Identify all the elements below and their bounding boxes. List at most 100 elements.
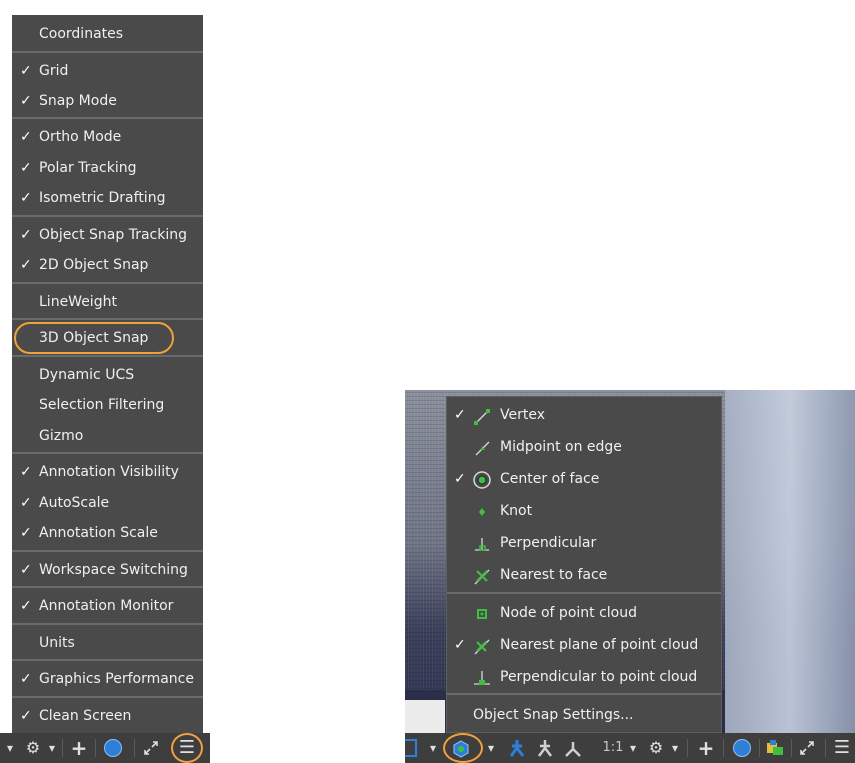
gear-icon[interactable]: ⚙ bbox=[645, 733, 667, 763]
status-divider bbox=[62, 739, 63, 757]
fullscreen-icon[interactable] bbox=[143, 740, 159, 756]
dropdown-arrow-icon[interactable]: ▾ bbox=[427, 733, 439, 763]
menu-item-autoscale[interactable]: ✓ AutoScale bbox=[12, 490, 203, 516]
menu-item-dynamic-ucs[interactable]: Dynamic UCS bbox=[12, 362, 203, 388]
menu-separator bbox=[12, 452, 203, 454]
menu-item-label: Isometric Drafting bbox=[39, 190, 166, 206]
menu-item-label: Coordinates bbox=[39, 26, 124, 42]
customization-menu-icon[interactable]: ☰ bbox=[829, 733, 855, 763]
checkmark-icon: ✓ bbox=[454, 471, 466, 487]
checkmark-icon: ✓ bbox=[20, 227, 32, 243]
menu-item-label: Units bbox=[39, 635, 75, 651]
menu-item-units[interactable]: Units bbox=[12, 630, 203, 656]
checkmark-icon: ✓ bbox=[20, 562, 32, 578]
menu-item-annotation-monitor[interactable]: ✓ Annotation Monitor bbox=[12, 593, 203, 619]
menu-separator bbox=[12, 586, 203, 588]
fullscreen-icon[interactable] bbox=[799, 740, 815, 756]
menu-separator bbox=[12, 215, 203, 217]
menu-item-label: AutoScale bbox=[39, 495, 110, 511]
hardware-acceleration-icon[interactable] bbox=[104, 739, 122, 757]
dropdown-arrow-icon[interactable]: ▾ bbox=[4, 733, 16, 763]
menu-separator bbox=[12, 282, 203, 284]
checkmark-icon: ✓ bbox=[20, 257, 32, 273]
scale-dropdown-arrow-icon[interactable]: ▾ bbox=[627, 733, 639, 763]
menu-item-grid[interactable]: ✓ Grid bbox=[12, 58, 203, 84]
menu-item-label: Snap Mode bbox=[39, 93, 117, 109]
status-divider bbox=[759, 739, 760, 757]
menu-item-label: Annotation Visibility bbox=[39, 464, 179, 480]
menu-item-graphics-performance[interactable]: ✓ Graphics Performance bbox=[12, 666, 203, 692]
snap-item-node-of-point-cloud[interactable]: Node of point cloud bbox=[447, 598, 721, 628]
menu-item-label: Clean Screen bbox=[39, 708, 132, 724]
snap-item-label: Knot bbox=[500, 503, 533, 519]
menu-item-gizmo[interactable]: Gizmo bbox=[12, 423, 203, 449]
menu-item-label: Object Snap Tracking bbox=[39, 227, 188, 243]
3d-snap-button-highlight bbox=[443, 733, 483, 763]
menu-item-label: Graphics Performance bbox=[39, 671, 194, 687]
menu-item-2d-object-snap[interactable]: ✓ 2D Object Snap bbox=[12, 252, 203, 278]
status-divider bbox=[723, 739, 724, 757]
menu-item-lineweight[interactable]: LineWeight bbox=[12, 289, 203, 315]
nearest-face-snap-icon bbox=[473, 566, 491, 585]
menu-item-object-snap-tracking[interactable]: ✓ Object Snap Tracking bbox=[12, 222, 203, 248]
menu-item-selection-filtering[interactable]: Selection Filtering bbox=[12, 392, 203, 418]
menu-separator bbox=[12, 51, 203, 53]
menu-item-annotation-scale[interactable]: ✓ Annotation Scale bbox=[12, 520, 203, 546]
menu-item-label: Polar Tracking bbox=[39, 160, 137, 176]
snap-item-nearest-plane-of-point-cloud[interactable]: ✓ Nearest plane of point cloud bbox=[447, 630, 721, 660]
annotation-scale-value[interactable]: 1:1 bbox=[601, 733, 625, 763]
menu-item-snap-mode[interactable]: ✓ Snap Mode bbox=[12, 88, 203, 114]
checkmark-icon: ✓ bbox=[20, 495, 32, 511]
hardware-acceleration-icon[interactable] bbox=[733, 739, 751, 757]
snap-item-nearest-to-face[interactable]: Nearest to face bbox=[447, 560, 721, 590]
menu-item-polar-tracking[interactable]: ✓ Polar Tracking bbox=[12, 155, 203, 181]
menu-separator bbox=[12, 355, 203, 357]
snap-item-label: Perpendicular bbox=[500, 535, 597, 551]
status-divider bbox=[134, 739, 135, 757]
snap-item-knot[interactable]: Knot bbox=[447, 496, 721, 526]
menu-item-annotation-visibility[interactable]: ✓ Annotation Visibility bbox=[12, 459, 203, 485]
menu-button-highlight bbox=[171, 733, 203, 763]
menu-item-coordinates[interactable]: Coordinates bbox=[12, 21, 203, 47]
checkmark-icon: ✓ bbox=[20, 190, 32, 206]
annotation-visibility-icon[interactable] bbox=[507, 738, 527, 758]
autoscale-icon[interactable] bbox=[535, 738, 555, 758]
snap-item-label: Node of point cloud bbox=[500, 605, 637, 621]
menu-item-label: LineWeight bbox=[39, 294, 117, 310]
snap-dropdown-arrow-icon[interactable]: ▾ bbox=[485, 733, 497, 763]
checkmark-icon: ✓ bbox=[20, 464, 32, 480]
snap-item-midpoint-on-edge[interactable]: Midpoint on edge bbox=[447, 432, 721, 462]
snap-item-vertex[interactable]: ✓ Vertex bbox=[447, 400, 721, 430]
menu-item-workspace-switching[interactable]: ✓ Workspace Switching bbox=[12, 557, 203, 583]
3d-object-snap-highlight bbox=[14, 322, 174, 354]
object-snap-settings-item[interactable]: Object Snap Settings... bbox=[447, 700, 721, 730]
snap-item-center-of-face[interactable]: ✓ Center of face bbox=[447, 464, 721, 494]
viewport-edge bbox=[405, 700, 445, 733]
plus-icon[interactable]: + bbox=[693, 733, 719, 763]
menu-item-ortho-mode[interactable]: ✓ Ortho Mode bbox=[12, 124, 203, 150]
selection-cycling-icon[interactable] bbox=[405, 739, 417, 757]
menu-item-label: Ortho Mode bbox=[39, 129, 122, 145]
menu-separator bbox=[447, 693, 721, 695]
snap-item-label: Nearest to face bbox=[500, 567, 608, 583]
checkmark-icon: ✓ bbox=[20, 671, 32, 687]
snap-item-perpendicular-to-point-cloud[interactable]: Perpendicular to point cloud bbox=[447, 662, 721, 692]
menu-item-label: 2D Object Snap bbox=[39, 257, 149, 273]
node-cloud-snap-icon bbox=[473, 604, 491, 622]
status-divider bbox=[687, 739, 688, 757]
menu-separator bbox=[12, 623, 203, 625]
menu-separator bbox=[12, 318, 203, 320]
checkmark-icon: ✓ bbox=[20, 129, 32, 145]
status-divider bbox=[825, 739, 826, 757]
menu-item-isometric-drafting[interactable]: ✓ Isometric Drafting bbox=[12, 185, 203, 211]
plus-icon[interactable]: + bbox=[66, 733, 92, 763]
snap-item-perpendicular[interactable]: Perpendicular bbox=[447, 528, 721, 558]
perpendicular-cloud-snap-icon bbox=[473, 668, 491, 686]
gear-dropdown-arrow-icon[interactable]: ▾ bbox=[669, 733, 681, 763]
isolate-objects-icon[interactable] bbox=[765, 739, 785, 757]
gear-dropdown-arrow-icon[interactable]: ▾ bbox=[46, 733, 58, 763]
annotation-scale-icon[interactable] bbox=[563, 738, 583, 758]
status-bar-customization-menu: Coordinates ✓ Grid ✓ Snap Mode ✓ Ortho Mode ✓ Po… bbox=[12, 15, 203, 733]
gear-icon[interactable]: ⚙ bbox=[22, 733, 44, 763]
menu-item-clean-screen[interactable]: ✓ Clean Screen bbox=[12, 703, 203, 729]
